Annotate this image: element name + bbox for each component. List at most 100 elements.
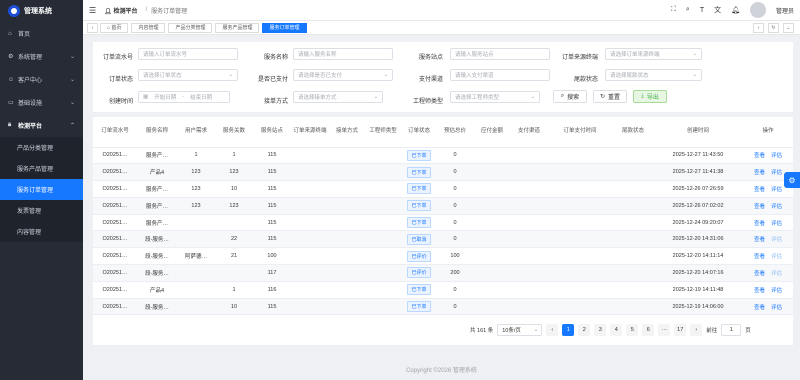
cell-created: 2025-12-26 07:02:02 [653, 197, 743, 215]
cell-site: 115 [253, 230, 291, 249]
search-icon[interactable]: ⌕ [686, 6, 690, 14]
cell-count: 22 [215, 230, 253, 249]
page-1-button[interactable]: 1 [562, 324, 575, 336]
user-name[interactable]: 管理员 [776, 6, 794, 15]
cell-created: 2025-12-20 14:31:06 [653, 230, 743, 249]
cell-empty [291, 264, 329, 282]
view-link[interactable]: 查看 [754, 153, 765, 159]
source-terminal-label: 订单来源终端 [561, 55, 598, 61]
page-ellipsis-button[interactable]: ··· [658, 324, 671, 336]
tabs-scroll-right-icon[interactable]: › [753, 22, 764, 33]
settings-float-button[interactable]: ⚙ [784, 172, 800, 188]
cell-empty [329, 281, 365, 299]
tab-service-order[interactable]: 服务订单管理 [262, 22, 307, 33]
evaluate-link[interactable]: 评估 [771, 204, 782, 210]
eng-type-select[interactable]: 请选择工程师类型 ⌄ [450, 91, 540, 103]
evaluate-link[interactable]: 评估 [771, 153, 782, 159]
service-site-input[interactable]: 请输入服务站点 [450, 48, 550, 60]
view-link[interactable]: 查看 [754, 221, 765, 227]
export-button[interactable]: ⤓ 导出 [633, 90, 667, 103]
translate-icon[interactable]: 文 [714, 5, 721, 15]
cell-count: 21 [215, 247, 253, 266]
order-status-select[interactable]: 请选择订单状态 ⌄ [138, 69, 238, 81]
reset-button[interactable]: ↻ 重置 [593, 90, 627, 103]
page-4-button[interactable]: 4 [610, 324, 623, 336]
sidebar-item-customer[interactable]: ☺ 客户中心 ⌄ [0, 68, 83, 91]
view-link[interactable]: 查看 [754, 237, 765, 243]
avatar[interactable] [749, 2, 766, 18]
cell-name: 服务产… [137, 197, 177, 215]
tab-service-product[interactable]: 服务产品管理 [215, 22, 260, 33]
table-row: O20251… 段-服务… 阿萨德… 21 100 已评价 100 2025-12-20 14… [93, 247, 793, 266]
evaluate-link[interactable]: 评估 [771, 170, 782, 176]
goto-page-input[interactable]: 1 [721, 324, 742, 336]
sidebar-item-service-order[interactable]: 服务订单管理 [0, 179, 83, 200]
next-page-button[interactable]: › [690, 324, 703, 336]
page-3-button[interactable]: 3 [594, 324, 607, 336]
view-link[interactable]: 查看 [754, 170, 765, 176]
cell-need [177, 281, 215, 299]
cell-empty [365, 214, 401, 232]
cell-count: 123 [215, 197, 253, 215]
final-status-select[interactable]: 请选择尾款状态 ⌄ [605, 69, 702, 81]
tab-home[interactable]: ⌂ 首页 [100, 22, 129, 33]
evaluate-link[interactable]: 评估 [771, 187, 782, 193]
pay-channel-label: 支付渠道 [418, 77, 443, 83]
evaluate-link[interactable]: 评估 [771, 221, 782, 227]
page-last-button[interactable]: 17 [674, 324, 687, 336]
cell-count: 123 [215, 163, 253, 182]
paid-label: 是否已支付 [257, 77, 288, 83]
search-button[interactable]: ⌕ 搜索 [553, 90, 587, 103]
sidebar-item-service-product[interactable]: 服务产品管理 [0, 158, 83, 179]
cell-site: 117 [253, 264, 291, 282]
prev-page-button[interactable]: ‹ [546, 324, 559, 336]
evaluate-link[interactable]: 评估 [771, 288, 782, 294]
sidebar-item-infrastructure[interactable]: ▭ 基础设施 ⌄ [0, 91, 83, 114]
page-5-button[interactable]: 5 [626, 324, 639, 336]
sidebar-item-product-category[interactable]: 产品分类管理 [0, 137, 83, 158]
view-link[interactable]: 查看 [754, 288, 765, 294]
pay-channel-input[interactable]: 请输入支付渠道 [450, 69, 550, 81]
view-link[interactable]: 查看 [754, 271, 765, 277]
evaluate-link[interactable]: 评估 [771, 305, 782, 311]
tabs-scroll-left-icon[interactable]: ‹ [87, 22, 98, 33]
table-row: O20251… 服务产… 123 10 115 已下单 0 2025-12-26 07:26:… [93, 180, 793, 198]
view-link[interactable]: 查看 [754, 187, 765, 193]
view-link[interactable]: 查看 [754, 254, 765, 260]
view-link[interactable]: 查看 [754, 204, 765, 210]
cell-empty [329, 214, 365, 232]
table-row: O20251… 段-服务… 10 115 已下单 0 2025-12-19 14:06:00… [93, 298, 793, 316]
column-header: 用户需求 [177, 117, 215, 148]
take-mode-label: 接单方式 [263, 99, 288, 105]
order-no-input[interactable]: 请输入订单流水号 [138, 48, 238, 60]
paid-select[interactable]: 请选择是否已支付 ⌄ [293, 69, 393, 81]
goto-label: 前往 [706, 328, 718, 334]
view-link[interactable]: 查看 [754, 305, 765, 311]
take-mode-select[interactable]: 请选择接单方式 ⌄ [293, 91, 383, 103]
fullscreen-icon[interactable]: ⛶ [671, 6, 676, 14]
tabs-menu-icon[interactable]: ⌄ [783, 22, 794, 33]
service-name-input[interactable]: 请输入服务名称 [293, 48, 393, 60]
cell-empty [547, 163, 613, 182]
page-2-button[interactable]: 2 [578, 324, 591, 336]
refresh-icon[interactable]: ↻ [768, 22, 779, 33]
chevron-up-icon: ⌃ [69, 123, 75, 129]
tab-product-category[interactable]: 产品分类管理 [168, 22, 213, 33]
sidebar-item-content[interactable]: 内容管理 [0, 221, 83, 242]
bell-icon[interactable]: 🔔︎ [731, 6, 740, 14]
created-date-range[interactable]: ▦ 开始日期 - 结束日期 [138, 91, 230, 103]
source-terminal-select[interactable]: 请选择订单来源终端 ⌄ [605, 48, 702, 60]
breadcrumb-platform[interactable]: 👤︎ 检测平台 [104, 6, 137, 15]
page-size-select[interactable]: 10条/页 ⌄ [497, 324, 543, 336]
sidebar-item-home[interactable]: ⌂ 首页 [0, 22, 83, 45]
tab-content[interactable]: 内容管理 [131, 22, 166, 33]
cell-count: 1 [215, 281, 253, 299]
menu-toggle-icon[interactable]: ☰ [89, 6, 96, 15]
sidebar-item-system[interactable]: ⚙ 系统管理 ⌄ [0, 45, 83, 68]
font-size-icon[interactable]: T [700, 7, 704, 14]
page-6-button[interactable]: 6 [642, 324, 655, 336]
sidebar-item-inspection[interactable]: 🔒︎ 检测平台 ⌃ [0, 114, 83, 137]
sidebar-item-invoice[interactable]: 发票管理 [0, 200, 83, 221]
cell-empty [547, 247, 613, 266]
table-row: O20251… 服务产… 123 123 115 已下单 0 2025-12-26 07:02… [93, 197, 793, 215]
